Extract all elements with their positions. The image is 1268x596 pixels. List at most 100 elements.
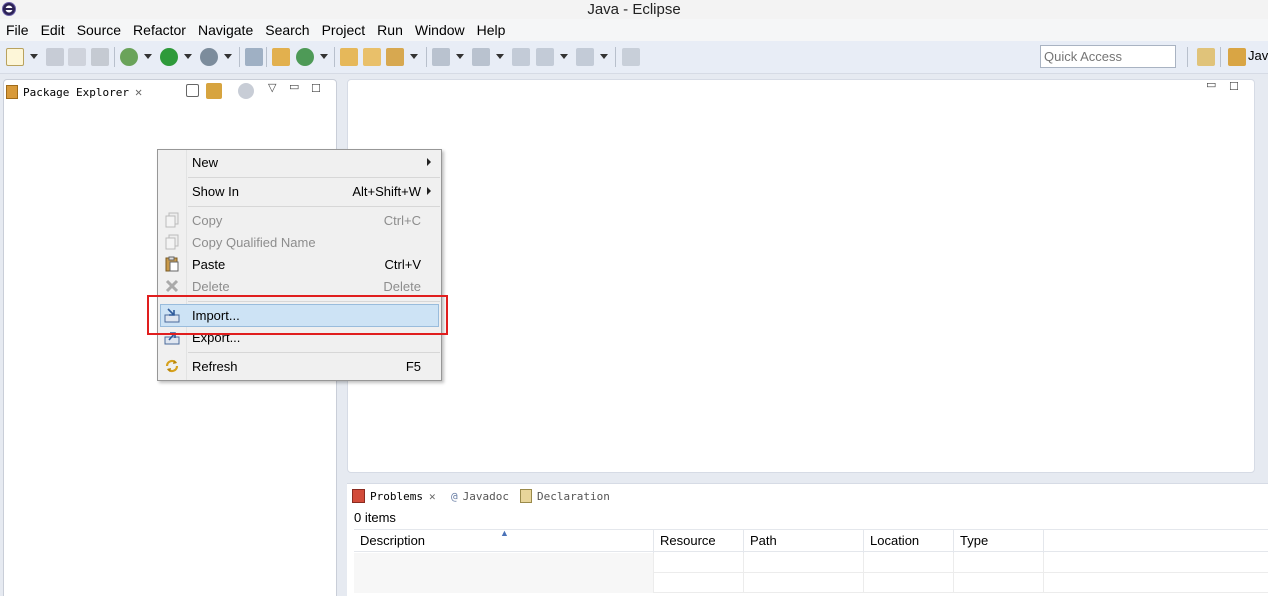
open-type-icon[interactable] bbox=[340, 48, 358, 66]
toolbar-separator bbox=[334, 47, 335, 67]
new-file-icon[interactable] bbox=[6, 48, 24, 66]
menu-separator bbox=[188, 352, 440, 353]
column-type[interactable]: Type bbox=[954, 530, 1044, 553]
skip-breakpoints-icon[interactable] bbox=[245, 48, 263, 66]
tab-declaration-label: Declaration bbox=[537, 489, 610, 503]
previous-annotation-dropdown-icon[interactable] bbox=[496, 54, 504, 59]
title-bar: Java - Eclipse bbox=[0, 0, 1268, 19]
debug-dropdown-icon[interactable] bbox=[144, 54, 152, 59]
external-tools-dropdown-icon[interactable] bbox=[224, 54, 232, 59]
close-icon[interactable]: ✕ bbox=[429, 490, 436, 503]
java-perspective-icon[interactable] bbox=[1228, 48, 1246, 66]
search-dropdown-icon[interactable] bbox=[410, 54, 418, 59]
quick-access-input[interactable] bbox=[1040, 45, 1176, 68]
maximize-icon[interactable]: ☐ bbox=[311, 82, 321, 95]
collapse-all-icon[interactable] bbox=[186, 84, 199, 97]
new-class-dropdown-icon[interactable] bbox=[320, 54, 328, 59]
menu-item-paste[interactable]: Paste Ctrl+V bbox=[158, 253, 441, 275]
filter-icon[interactable] bbox=[238, 83, 254, 99]
link-with-editor-icon[interactable] bbox=[206, 83, 222, 99]
forward-icon[interactable] bbox=[576, 48, 594, 66]
editor-area[interactable] bbox=[347, 79, 1255, 473]
save-icon[interactable] bbox=[46, 48, 64, 66]
open-folder-icon[interactable] bbox=[363, 48, 381, 66]
tab-problems[interactable]: Problems ✕ bbox=[352, 487, 436, 505]
last-edit-location-icon[interactable] bbox=[512, 48, 530, 66]
column-description-label: Description bbox=[360, 533, 426, 548]
menu-item-label: Delete bbox=[192, 278, 230, 294]
table-row bbox=[354, 553, 1268, 573]
menu-navigate[interactable]: Navigate bbox=[198, 20, 259, 40]
run-dropdown-icon[interactable] bbox=[184, 54, 192, 59]
menu-separator bbox=[188, 177, 440, 178]
column-resource[interactable]: Resource bbox=[654, 530, 744, 553]
run-icon[interactable] bbox=[160, 48, 178, 66]
declaration-icon bbox=[520, 489, 532, 503]
tab-package-explorer-label: Package Explorer bbox=[23, 85, 129, 99]
tab-declaration[interactable]: Declaration bbox=[520, 487, 610, 505]
next-annotation-icon[interactable] bbox=[432, 48, 450, 66]
copy-qualified-icon bbox=[165, 234, 179, 250]
menu-item-refresh[interactable]: Refresh F5 bbox=[158, 355, 441, 377]
debug-icon[interactable] bbox=[120, 48, 138, 66]
problems-icon bbox=[352, 489, 365, 503]
new-java-class-icon[interactable] bbox=[296, 48, 314, 66]
copy-icon bbox=[165, 212, 179, 228]
menu-edit[interactable]: Edit bbox=[41, 20, 71, 40]
menu-search[interactable]: Search bbox=[265, 20, 315, 40]
toolbar-separator bbox=[266, 47, 267, 67]
window-title: Java - Eclipse bbox=[587, 1, 681, 18]
menu-window[interactable]: Window bbox=[415, 20, 471, 40]
menu-item-label: Show In bbox=[192, 183, 239, 199]
save-all-icon[interactable] bbox=[68, 48, 86, 66]
menu-refactor[interactable]: Refactor bbox=[133, 20, 192, 40]
menu-help[interactable]: Help bbox=[477, 20, 512, 40]
refresh-icon bbox=[165, 359, 179, 373]
problems-items-count: 0 items bbox=[354, 510, 396, 525]
new-java-package-icon[interactable] bbox=[272, 48, 290, 66]
minimize-icon[interactable]: ▭ bbox=[289, 80, 299, 93]
menu-bar: File Edit Source Refactor Navigate Searc… bbox=[0, 19, 1268, 41]
menu-project[interactable]: Project bbox=[322, 20, 372, 40]
new-dropdown-icon[interactable] bbox=[30, 54, 38, 59]
menu-item-shortcut: Ctrl+V bbox=[384, 256, 421, 272]
next-annotation-dropdown-icon[interactable] bbox=[456, 54, 464, 59]
editor-minimize-icon[interactable]: ▭ bbox=[1206, 78, 1216, 91]
print-icon[interactable] bbox=[91, 48, 109, 66]
pin-editor-icon[interactable] bbox=[622, 48, 640, 66]
forward-dropdown-icon[interactable] bbox=[600, 54, 608, 59]
menu-item-show-in[interactable]: Show In Alt+Shift+W bbox=[158, 180, 441, 202]
menu-item-label: New bbox=[192, 154, 219, 170]
search-icon[interactable] bbox=[386, 48, 404, 66]
previous-annotation-icon[interactable] bbox=[472, 48, 490, 66]
back-icon[interactable] bbox=[536, 48, 554, 66]
menu-item-copy-qualified-name[interactable]: Copy Qualified Name bbox=[158, 231, 441, 253]
menu-item-copy[interactable]: Copy Ctrl+C bbox=[158, 209, 441, 231]
java-perspective-button[interactable]: Java bbox=[1248, 48, 1268, 63]
javadoc-icon: @ bbox=[451, 489, 458, 503]
table-row bbox=[354, 573, 1268, 593]
view-menu-icon[interactable]: ▽ bbox=[268, 81, 276, 94]
sort-ascending-icon: ▲ bbox=[500, 528, 509, 538]
back-dropdown-icon[interactable] bbox=[560, 54, 568, 59]
menu-item-new[interactable]: New bbox=[158, 151, 441, 173]
menu-item-shortcut: Ctrl+C bbox=[383, 212, 421, 228]
tab-javadoc[interactable]: @ Javadoc bbox=[451, 487, 509, 505]
editor-maximize-icon[interactable]: ☐ bbox=[1229, 80, 1239, 93]
menu-file[interactable]: File bbox=[6, 20, 35, 40]
toolbar-separator bbox=[615, 47, 616, 67]
menu-run[interactable]: Run bbox=[377, 20, 409, 40]
delete-icon bbox=[165, 279, 179, 293]
tab-package-explorer[interactable]: Package Explorer ✕ bbox=[6, 81, 142, 103]
toolbar-separator bbox=[426, 47, 427, 67]
open-perspective-icon[interactable] bbox=[1197, 48, 1215, 66]
external-tools-icon[interactable] bbox=[200, 48, 218, 66]
column-description[interactable]: Description ▲ bbox=[354, 528, 654, 553]
submenu-arrow-icon bbox=[427, 158, 431, 166]
menu-source[interactable]: Source bbox=[77, 20, 127, 40]
column-location[interactable]: Location bbox=[864, 530, 954, 553]
menu-item-delete[interactable]: Delete Delete bbox=[158, 275, 441, 297]
menu-separator bbox=[188, 206, 440, 207]
column-path[interactable]: Path bbox=[744, 530, 864, 553]
close-icon[interactable]: ✕ bbox=[135, 85, 142, 99]
